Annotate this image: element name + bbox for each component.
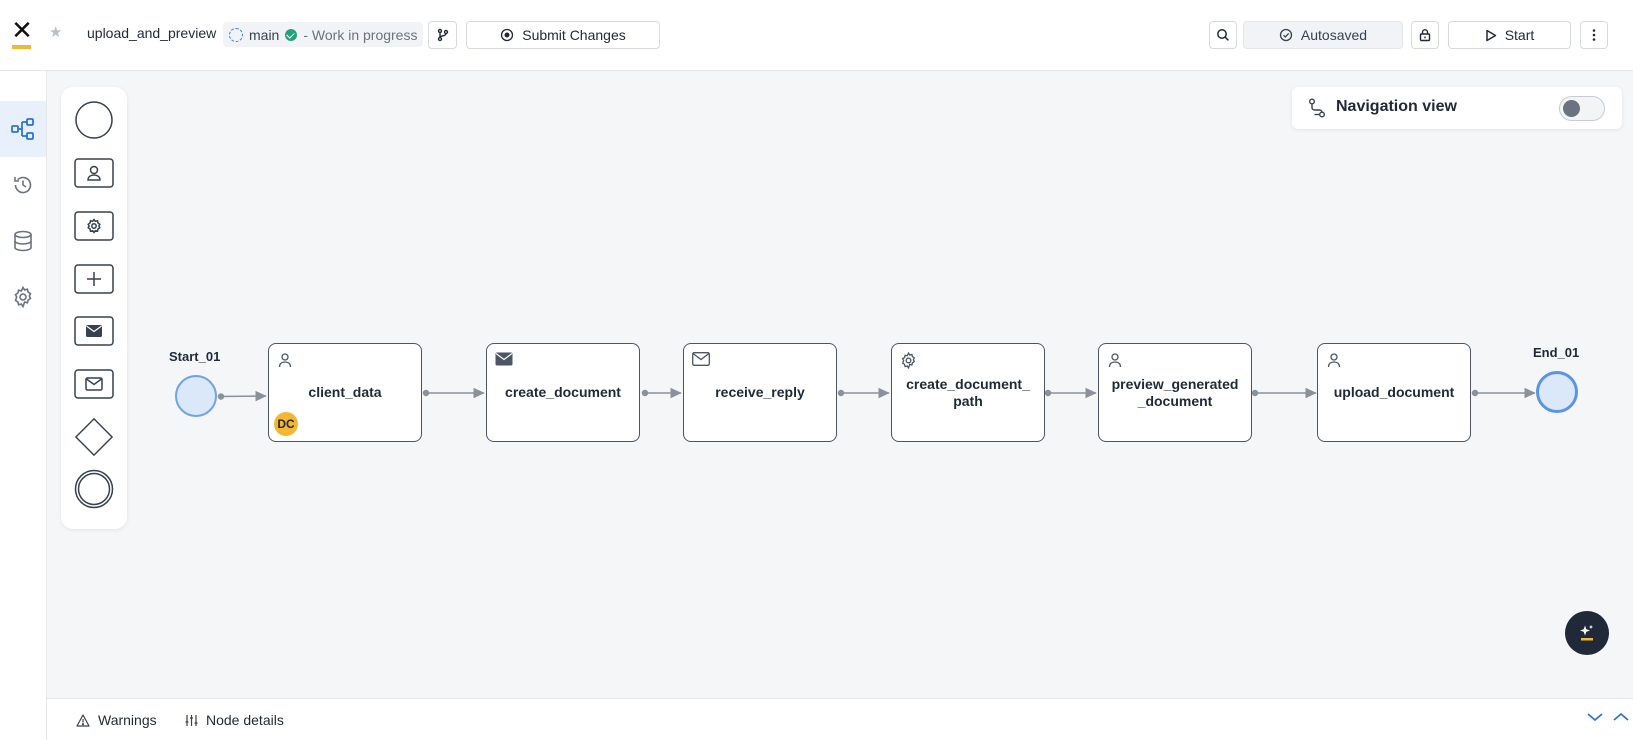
task-node-client-data[interactable]: client_data DC	[268, 343, 422, 442]
chevron-up-icon[interactable]	[1612, 711, 1630, 723]
end-event-node[interactable]	[1536, 371, 1578, 413]
chevron-down-icon[interactable]	[1586, 711, 1604, 723]
start-event-label: Start_01	[169, 349, 221, 364]
task-label: receive_reply	[715, 384, 805, 400]
sliders-icon	[185, 714, 198, 726]
flow-start-client-data[interactable]	[218, 390, 267, 402]
process-flow: Start_01 client_data DC create_document …	[0, 0, 1633, 740]
user-icon	[278, 353, 292, 368]
task-node-upload-document[interactable]: upload_document	[1317, 343, 1471, 442]
flow-source-dot	[837, 389, 845, 397]
user-icon	[1108, 353, 1122, 368]
filled-envelope-icon	[495, 352, 513, 366]
warnings-label: Warnings	[98, 712, 157, 728]
flow-source-dot	[641, 389, 649, 397]
flow-source-dot	[1251, 389, 1259, 397]
end-event-label: End_01	[1533, 345, 1580, 360]
node-details-tab[interactable]: Node details	[185, 712, 284, 728]
flow-source-dot	[1044, 389, 1052, 397]
user-icon	[1327, 353, 1341, 368]
task-label: preview_generated_document	[1111, 375, 1239, 409]
flow-source-dot	[1471, 389, 1479, 397]
sparkle-icon	[1580, 625, 1593, 641]
assignee-badge[interactable]: DC	[274, 412, 298, 436]
task-label: client_data	[308, 384, 382, 400]
ai-assistant-button[interactable]	[1565, 611, 1609, 655]
task-label: create_document	[505, 384, 621, 400]
task-node-create-document-path[interactable]: create_document_path	[891, 343, 1045, 442]
warnings-tab[interactable]: Warnings	[76, 712, 157, 728]
start-event-node[interactable]	[175, 375, 217, 417]
flow-source-dot	[422, 389, 430, 397]
task-label: create_document_path	[906, 375, 1030, 409]
task-node-create-document[interactable]: create_document	[486, 343, 640, 442]
node-details-label: Node details	[206, 712, 284, 728]
task-label: upload_document	[1333, 384, 1455, 400]
task-node-preview-generated-document[interactable]: preview_generated_document	[1098, 343, 1252, 442]
task-node-receive-reply[interactable]: receive_reply	[683, 343, 837, 442]
envelope-icon	[692, 352, 710, 366]
gear-icon	[901, 352, 916, 369]
flow-source-dot	[217, 393, 225, 400]
warning-icon	[76, 713, 90, 727]
bottom-panel-bar: Warnings Node details	[47, 698, 1633, 740]
